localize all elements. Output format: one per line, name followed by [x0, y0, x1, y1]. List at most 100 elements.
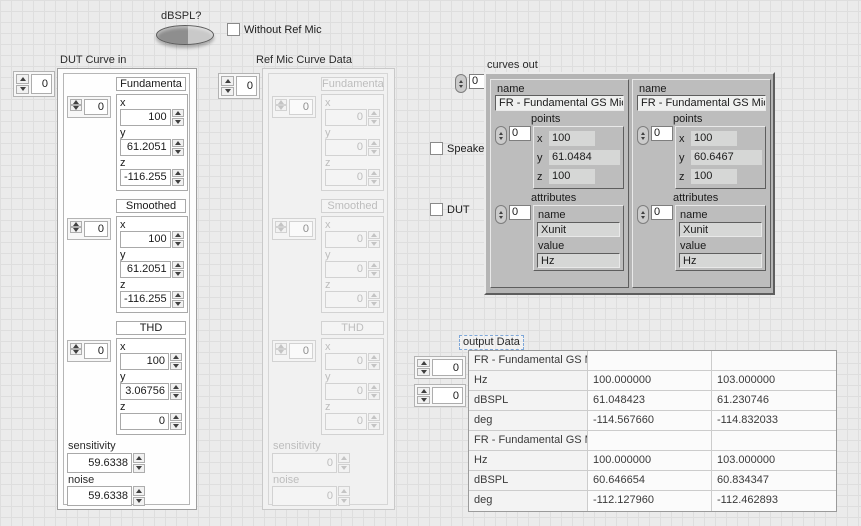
speaker-checkbox[interactable]: Speaker [430, 142, 488, 155]
output-col-index[interactable]: 0 [414, 384, 466, 407]
thd-index[interactable]: 0 [67, 340, 111, 362]
index-arrows-icon[interactable] [637, 126, 649, 145]
checkbox-box-icon[interactable] [430, 203, 443, 216]
fundamental-header: Fundamenta [321, 77, 384, 91]
increment-icon[interactable] [172, 261, 184, 269]
increment-icon [368, 261, 380, 269]
y-field[interactable]: 61.2051 [120, 261, 171, 278]
decrement-icon[interactable] [172, 240, 184, 248]
decrement-icon[interactable] [221, 87, 234, 97]
dut-array-index-value[interactable]: 0 [31, 74, 52, 94]
decrement-icon[interactable] [172, 300, 184, 308]
decrement-icon[interactable] [170, 392, 182, 400]
index-arrows-icon[interactable] [637, 205, 649, 224]
name-label: name [639, 83, 766, 95]
increment-icon[interactable] [417, 359, 430, 367]
y-field[interactable]: 61.2051 [120, 139, 171, 156]
decrement-icon[interactable] [172, 178, 184, 186]
decrement-icon[interactable] [70, 227, 82, 233]
dut-array-index[interactable]: 0 [13, 71, 55, 97]
thd-index-value[interactable]: 0 [84, 343, 108, 359]
attributes-index-value[interactable]: 0 [651, 205, 673, 220]
increment-icon[interactable] [417, 387, 430, 395]
x-field[interactable]: 100 [120, 109, 171, 126]
decrement-icon [338, 464, 350, 474]
noise-field[interactable]: 59.6338 [67, 486, 145, 506]
x-field: 0 [325, 231, 367, 248]
checkbox-box-icon[interactable] [227, 23, 240, 36]
attributes-index-value[interactable]: 0 [509, 205, 531, 220]
increment-icon[interactable] [133, 486, 145, 496]
sensitivity-value[interactable]: 59.6338 [67, 453, 132, 473]
increment-icon[interactable] [16, 74, 29, 84]
z-field[interactable]: -116.255 [120, 291, 171, 308]
increment-icon [368, 413, 380, 421]
dbspl-label: dBSPL? [161, 10, 201, 22]
decrement-icon[interactable] [70, 349, 82, 355]
decrement-icon[interactable] [170, 422, 182, 430]
index-arrows-icon[interactable] [455, 74, 467, 93]
z-field[interactable]: -116.255 [120, 169, 171, 186]
table-row: Hz100.000000103.000000 [469, 451, 836, 471]
table-row: Hz100.000000103.000000 [469, 371, 836, 391]
decrement-icon[interactable] [170, 362, 182, 370]
table-cell [588, 351, 712, 371]
y-field[interactable]: 3.06756 [120, 383, 169, 400]
fundamental-index[interactable]: 0 [67, 96, 111, 118]
index-arrows-icon[interactable] [495, 205, 507, 224]
without-ref-mic-checkbox[interactable]: Without Ref Mic [227, 23, 322, 36]
output-row-index[interactable]: 0 [414, 356, 466, 379]
table-cell: dBSPL [469, 471, 588, 491]
decrement-icon[interactable] [417, 396, 430, 404]
decrement-icon[interactable] [16, 85, 29, 95]
increment-icon[interactable] [172, 169, 184, 177]
x-label: x [120, 341, 182, 353]
y-field: 0 [325, 139, 367, 156]
decrement-icon[interactable] [133, 497, 145, 507]
dbspl-toggle[interactable] [156, 25, 214, 45]
sensitivity-field[interactable]: 59.6338 [67, 453, 145, 473]
table-row: dBSPL60.64665460.834347 [469, 471, 836, 491]
increment-icon[interactable] [170, 383, 182, 391]
fundamental-index-value[interactable]: 0 [84, 99, 108, 115]
increment-icon[interactable] [133, 453, 145, 463]
smoothed-index-value[interactable]: 0 [84, 221, 108, 237]
decrement-icon[interactable] [172, 148, 184, 156]
decrement-icon[interactable] [172, 270, 184, 278]
increment-icon[interactable] [221, 76, 234, 86]
noise-value[interactable]: 59.6338 [67, 486, 132, 506]
decrement-icon[interactable] [70, 105, 82, 111]
increment-icon[interactable] [170, 413, 182, 421]
z-field: 0 [325, 169, 367, 186]
increment-icon[interactable] [170, 353, 182, 361]
ref-array-index-value[interactable]: 0 [236, 76, 257, 96]
output-row-index-value[interactable]: 0 [432, 359, 463, 376]
noise-value: 0 [272, 486, 337, 506]
table-row: FR - Fundamental GS Mic2 [469, 431, 836, 451]
checkbox-box-icon[interactable] [430, 142, 443, 155]
x-field[interactable]: 100 [120, 231, 171, 248]
decrement-icon[interactable] [172, 118, 184, 126]
table-cell: -112.462893 [712, 491, 836, 511]
y-field: 60.6467 [691, 150, 762, 165]
smoothed-index[interactable]: 0 [67, 218, 111, 240]
x-field[interactable]: 100 [120, 353, 169, 370]
x-field: 100 [691, 131, 737, 146]
increment-icon[interactable] [172, 139, 184, 147]
table-row: dBSPL61.04842361.230746 [469, 391, 836, 411]
points-index-value[interactable]: 0 [651, 126, 673, 141]
dut-checkbox[interactable]: DUT [430, 203, 470, 216]
points-index-value[interactable]: 0 [509, 126, 531, 141]
z-field[interactable]: 0 [120, 413, 169, 430]
index-arrows-icon[interactable] [495, 126, 507, 145]
increment-icon[interactable] [172, 291, 184, 299]
table-cell: 61.048423 [588, 391, 712, 411]
increment-icon[interactable] [172, 109, 184, 117]
decrement-icon[interactable] [133, 464, 145, 474]
increment-icon[interactable] [172, 231, 184, 239]
increment-icon [368, 291, 380, 299]
output-col-index-value[interactable]: 0 [432, 387, 463, 404]
output-data-title[interactable]: output Data [459, 335, 524, 350]
ref-array-index[interactable]: 0 [218, 73, 260, 99]
decrement-icon[interactable] [417, 368, 430, 376]
